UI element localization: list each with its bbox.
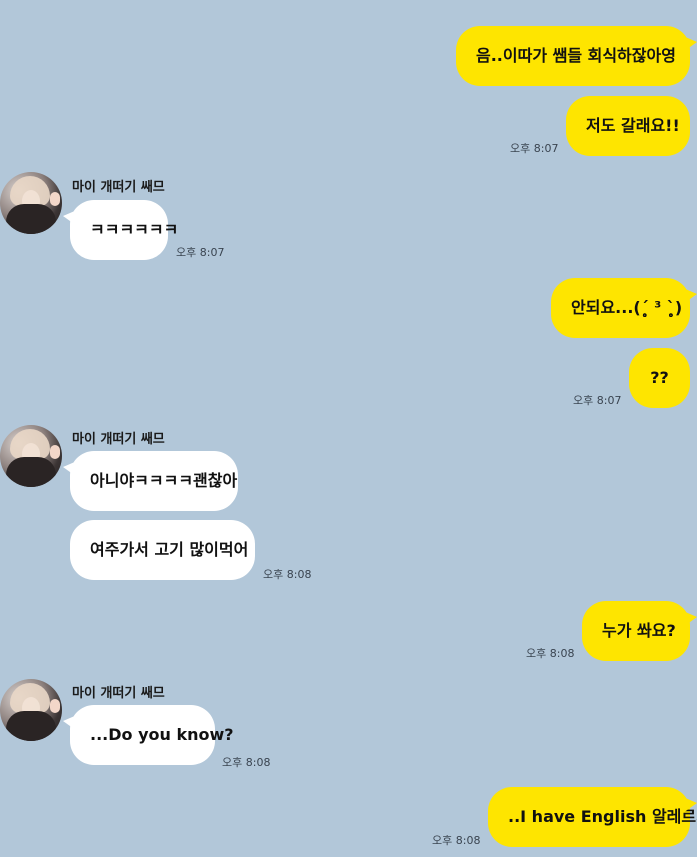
sent-message-bubble[interactable]: 저도 갈래요!!: [566, 96, 690, 156]
contact-avatar[interactable]: [0, 172, 62, 234]
message-timestamp: 오후 8:07: [176, 246, 225, 259]
contact-name: 마이 개떠기 쌔므: [72, 686, 165, 701]
sent-message-bubble[interactable]: ..I have English 알레르기: [488, 787, 697, 847]
message-timestamp: 오후 8:08: [222, 756, 271, 769]
received-message-bubble[interactable]: 여주가서 고기 많이먹어: [70, 520, 255, 580]
sent-message-bubble[interactable]: 음..이따가 쌤들 회식하잖아영: [456, 26, 697, 86]
message-timestamp: 오후 8:07: [573, 394, 622, 407]
message-timestamp: 오후 8:08: [432, 834, 481, 847]
message-timestamp: 오후 8:08: [526, 647, 575, 660]
message-timestamp: 오후 8:08: [263, 568, 312, 581]
received-message-bubble[interactable]: ㅋㅋㅋㅋㅋㅋ: [63, 200, 178, 260]
received-message-bubble[interactable]: 아니야ㅋㅋㅋㅋ괜찮아: [63, 451, 238, 511]
sent-message-bubble[interactable]: 누가 쏴요?: [582, 601, 697, 661]
message-timestamp: 오후 8:07: [510, 142, 559, 155]
sent-message-bubble[interactable]: ??: [629, 348, 690, 408]
contact-name: 마이 개떠기 쌔므: [72, 432, 165, 447]
sent-message-bubble[interactable]: 안되요...(ˊ̥̥̥̥̥ ³ ˋ̥̥̥̥̥): [551, 278, 697, 338]
contact-name: 마이 개떠기 쌔므: [72, 180, 165, 195]
received-message-bubble[interactable]: ...Do you know?: [63, 705, 234, 765]
contact-avatar[interactable]: [0, 425, 62, 487]
contact-avatar[interactable]: [0, 679, 62, 741]
